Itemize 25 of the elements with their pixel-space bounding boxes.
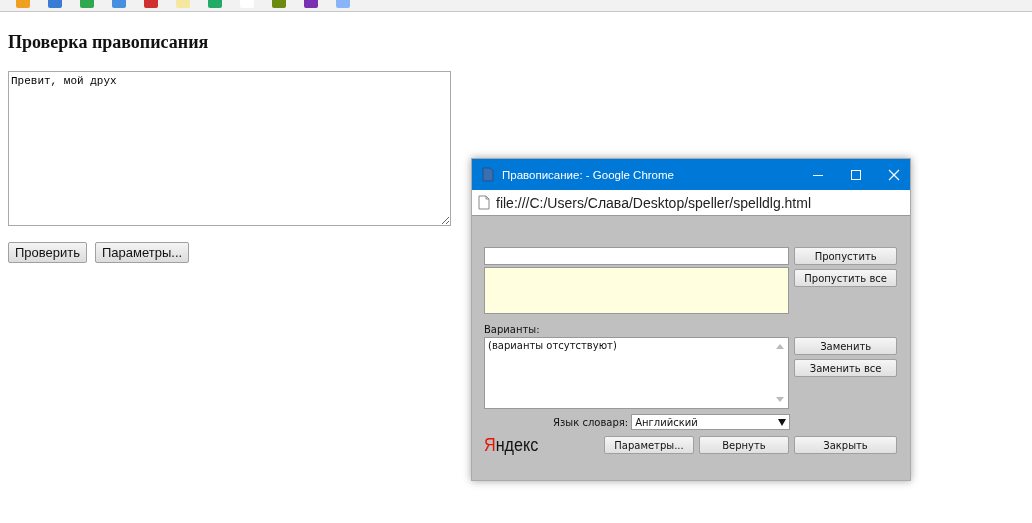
scroll-up-icon[interactable] bbox=[776, 343, 785, 349]
skip-button[interactable]: Пропустить bbox=[794, 247, 897, 265]
word-field[interactable] bbox=[484, 247, 790, 265]
page-icon bbox=[482, 167, 494, 182]
text-area[interactable]: Превит, мой друх bbox=[8, 71, 451, 226]
language-select[interactable]: Английский bbox=[631, 414, 791, 430]
variants-label: Варианты: bbox=[484, 324, 541, 335]
url-text: file:///C:/Users/Слава/Desktop/speller/spelldlg.html bbox=[496, 194, 811, 211]
page-heading: Проверка правописания bbox=[8, 32, 210, 53]
dialog-button[interactable]: Вернуть bbox=[699, 436, 789, 454]
dropdown-icon bbox=[778, 418, 787, 426]
dialog-button[interactable]: Закрыть bbox=[794, 436, 897, 454]
document-icon bbox=[478, 195, 490, 210]
skip-button[interactable]: Пропустить все bbox=[794, 269, 897, 287]
scroll-down-icon[interactable] bbox=[776, 397, 785, 403]
language-label: Язык словаря: bbox=[553, 416, 629, 428]
page-button[interactable]: Проверить bbox=[8, 242, 87, 263]
replace-button[interactable]: Заменить все bbox=[794, 359, 897, 377]
window-title: Правописание: - Google Chrome bbox=[502, 168, 675, 181]
dialog-button[interactable]: Параметры... bbox=[604, 436, 694, 454]
page-button[interactable]: Параметры... bbox=[95, 242, 190, 263]
logo: Яндекс bbox=[484, 434, 539, 456]
variants-text: (варианты отсутствуют) bbox=[487, 339, 618, 353]
variants-list[interactable]: (варианты отсутствуют) bbox=[484, 337, 790, 409]
replace-button[interactable]: Заменить bbox=[794, 337, 897, 355]
